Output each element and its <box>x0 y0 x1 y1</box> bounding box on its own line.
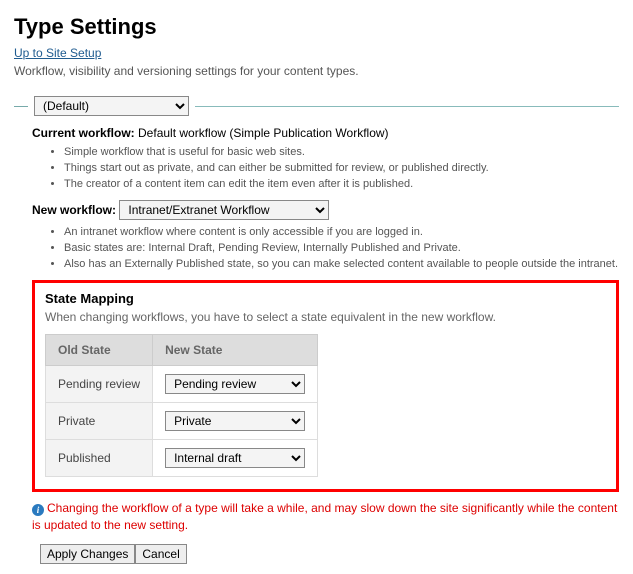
list-item: An intranet workflow where content is on… <box>64 226 619 238</box>
type-select[interactable]: (Default) <box>34 96 189 116</box>
cancel-button[interactable]: Cancel <box>135 544 186 564</box>
state-mapping-box: State Mapping When changing workflows, y… <box>32 280 619 492</box>
table-row: Pending review Pending review <box>46 366 318 403</box>
new-workflow-line: New workflow: Intranet/Extranet Workflow <box>32 200 619 220</box>
old-state-cell: Published <box>46 440 153 477</box>
new-workflow-notes: An intranet workflow where content is on… <box>32 226 619 270</box>
new-state-cell: Internal draft <box>153 440 318 477</box>
rule-right <box>195 106 619 107</box>
col-old-state: Old State <box>46 335 153 366</box>
info-icon: i <box>32 504 44 516</box>
new-workflow-select[interactable]: Intranet/Extranet Workflow <box>119 200 329 220</box>
list-item: Simple workflow that is useful for basic… <box>64 146 619 158</box>
old-state-cell: Private <box>46 403 153 440</box>
workflow-change-warning: iChanging the workflow of a type will ta… <box>32 500 619 534</box>
page-title: Type Settings <box>14 14 619 40</box>
state-mapping-heading: State Mapping <box>45 291 606 306</box>
list-item: The creator of a content item can edit t… <box>64 178 619 190</box>
page-subtitle: Workflow, visibility and versioning sett… <box>14 64 619 78</box>
form-actions: Apply ChangesCancel <box>40 544 619 564</box>
state-mapping-desc: When changing workflows, you have to sel… <box>45 310 606 324</box>
col-new-state: New State <box>153 335 318 366</box>
list-item: Also has an Externally Published state, … <box>64 258 619 270</box>
current-workflow-notes: Simple workflow that is useful for basic… <box>32 146 619 190</box>
list-item: Things start out as private, and can eit… <box>64 162 619 174</box>
table-row: Private Private <box>46 403 318 440</box>
table-row: Published Internal draft <box>46 440 318 477</box>
up-link[interactable]: Up to Site Setup <box>14 46 101 60</box>
list-item: Basic states are: Internal Draft, Pendin… <box>64 242 619 254</box>
current-workflow-line: Current workflow: Default workflow (Simp… <box>32 126 619 140</box>
state-select[interactable]: Pending review <box>165 374 305 394</box>
table-header-row: Old State New State <box>46 335 318 366</box>
new-state-cell: Pending review <box>153 366 318 403</box>
old-state-cell: Pending review <box>46 366 153 403</box>
apply-button[interactable]: Apply Changes <box>40 544 135 564</box>
new-state-cell: Private <box>153 403 318 440</box>
state-select[interactable]: Private <box>165 411 305 431</box>
type-selector-row: (Default) <box>14 96 619 116</box>
state-select[interactable]: Internal draft <box>165 448 305 468</box>
rule-left <box>14 106 28 107</box>
state-mapping-table: Old State New State Pending review Pendi… <box>45 334 318 477</box>
